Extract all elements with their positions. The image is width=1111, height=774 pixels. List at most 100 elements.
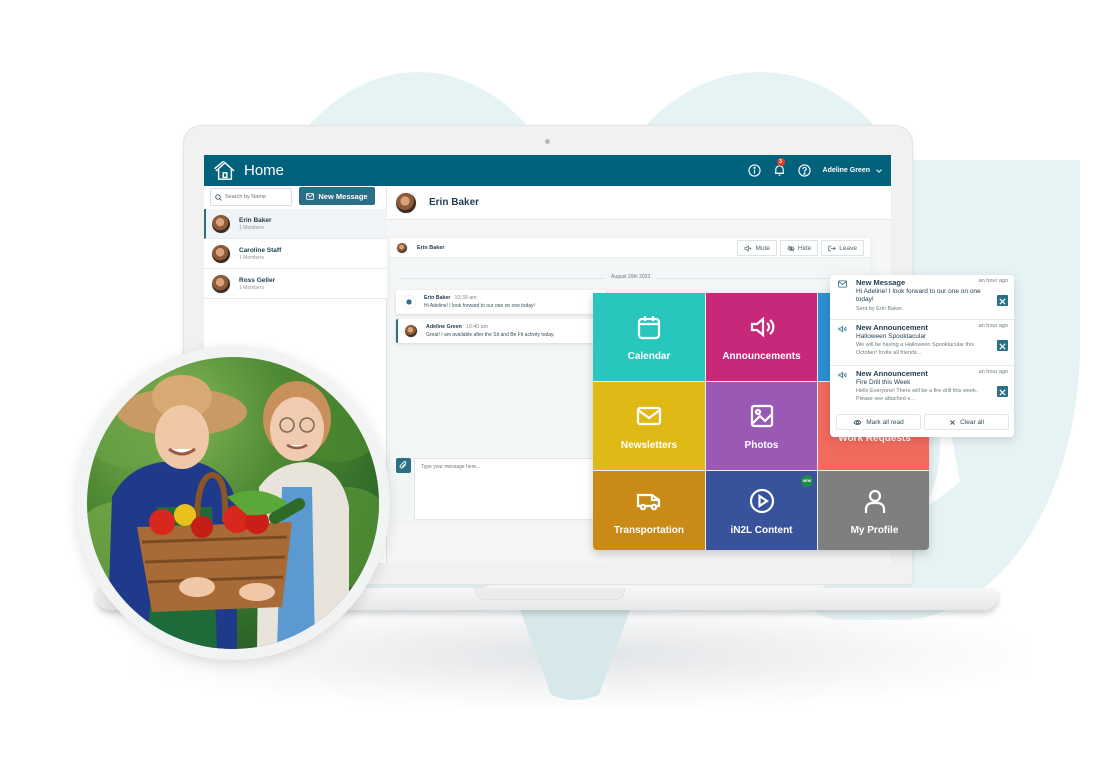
conversation-item[interactable]: Erin Baker 1 Members	[204, 209, 387, 239]
tile-label: Photos	[744, 439, 779, 451]
close-icon	[950, 419, 955, 425]
search-input[interactable]	[225, 194, 290, 200]
message-text: Great! I am available after the Sit and …	[426, 332, 555, 338]
avatar	[404, 324, 418, 338]
hide-button[interactable]: Hide	[779, 240, 819, 256]
avatar	[402, 295, 416, 309]
tile-label: iN2L Content	[730, 525, 793, 536]
tile-label: My Profile	[850, 525, 899, 536]
clear-all-label: Clear all	[960, 418, 984, 426]
attach-button[interactable]	[396, 458, 411, 473]
tile-photos[interactable]: Photos	[706, 382, 817, 470]
mail-icon	[306, 192, 315, 200]
tile-newsletters[interactable]: Newsletters	[593, 382, 705, 470]
topbar-actions: 3 Adeline Green	[747, 155, 883, 186]
notification-time: an hour ago	[978, 323, 1008, 329]
notification-badge: 3	[776, 158, 785, 166]
top-bar: Home 3 Adeline Green	[204, 155, 891, 186]
clear-all-button[interactable]: Clear all	[924, 414, 1009, 430]
notifications-button[interactable]: 3	[773, 158, 786, 177]
conversation-name: Caroline Staff	[239, 246, 282, 254]
info-icon[interactable]	[747, 164, 761, 177]
eye-icon	[853, 419, 862, 425]
tile-label: Transportation	[613, 525, 684, 536]
message-time: 10:39 am	[454, 295, 477, 301]
chevron-down-icon	[876, 168, 882, 173]
close-icon	[999, 298, 1006, 305]
avatar	[211, 243, 231, 264]
mute-label: Mute	[755, 244, 770, 252]
conversation-list: Erin Baker 1 Members Caroline Staff 1 Me…	[204, 209, 387, 299]
page-title: Home	[244, 162, 285, 179]
mark-all-read-label: Mark all read	[866, 418, 904, 426]
laptop-notch	[475, 588, 625, 600]
megaphone-icon	[838, 325, 847, 333]
notifications-panel: New Message an hour ago Hi Adeline! I lo…	[830, 275, 1014, 437]
tile-label: Announcements	[722, 350, 801, 362]
photo-illustration	[87, 357, 379, 649]
dismiss-notification-button[interactable]	[997, 295, 1008, 306]
notification-time: an hour ago	[978, 278, 1008, 284]
conversation-actions: Mute Hide Leave	[737, 240, 864, 256]
message-sender: Erin Baker	[424, 295, 451, 301]
home-icon[interactable]	[214, 160, 236, 181]
dismiss-notification-button[interactable]	[997, 386, 1008, 397]
close-icon	[999, 389, 1006, 396]
date-label: August 29th 2023	[605, 274, 657, 280]
message-text: Hi Adeline! I look forward to our one on…	[424, 303, 535, 309]
conversation-item[interactable]: Caroline Staff 1 Members	[204, 239, 387, 269]
new-badge: NEW	[801, 475, 813, 487]
tile-announcements[interactable]: Announcements	[706, 293, 817, 381]
dismiss-notification-button[interactable]	[997, 340, 1008, 351]
close-icon	[999, 343, 1006, 350]
mark-all-read-button[interactable]: Mark all read	[836, 414, 921, 430]
megaphone-icon	[838, 371, 847, 379]
tile-transportation[interactable]: Transportation	[593, 471, 705, 550]
notification-item[interactable]: New Announcement an hour ago Halloween S…	[830, 320, 1014, 366]
conversation-name: Ross Geller	[239, 276, 276, 284]
notification-item[interactable]: New Message an hour ago Hi Adeline! I lo…	[830, 275, 1014, 320]
new-message-label: New Message	[318, 191, 368, 201]
image-icon	[750, 404, 773, 427]
seniors-photo	[87, 357, 379, 649]
conversation-members: 1 Members	[239, 224, 265, 231]
tile-calendar[interactable]: Calendar	[593, 293, 705, 381]
message-item: Adeline Green 10:40 am Great! I am availa…	[396, 319, 606, 343]
new-message-button[interactable]: New Message	[299, 187, 375, 205]
tile-label: Newsletters	[620, 439, 678, 451]
conversation-panel-name: Erin Baker	[417, 244, 445, 251]
leave-label: Leave	[839, 244, 857, 252]
avatar	[211, 273, 231, 294]
mail-icon	[838, 280, 847, 288]
notification-subject: Fire Drill this Week	[856, 379, 911, 386]
chat-title: Erin Baker	[429, 197, 480, 208]
van-icon	[636, 493, 661, 511]
play-icon	[749, 488, 774, 514]
notification-footer: Sent by Erin Baker.	[856, 306, 904, 312]
bell-icon	[774, 165, 784, 176]
notification-time: an hour ago	[978, 369, 1008, 375]
avatar	[395, 191, 417, 214]
notification-body: Hi Adeline! I look forward to our one on…	[856, 288, 981, 303]
eye-off-icon	[787, 244, 795, 252]
leave-button[interactable]: Leave	[821, 240, 864, 256]
exit-icon	[828, 245, 836, 251]
laptop-camera	[545, 139, 550, 144]
megaphone-icon	[750, 316, 774, 337]
notification-item[interactable]: New Announcement an hour ago Fire Drill …	[830, 366, 1014, 411]
hide-label: Hide	[797, 244, 812, 252]
tile-my-profile[interactable]: My Profile	[818, 471, 929, 550]
calendar-icon	[637, 315, 661, 339]
mute-button[interactable]: Mute	[737, 240, 777, 256]
message-sender: Adeline Green	[426, 324, 462, 330]
user-icon	[864, 489, 885, 513]
envelope-icon	[636, 406, 662, 425]
user-menu[interactable]: Adeline Green	[823, 167, 883, 175]
user-name: Adeline Green	[822, 167, 870, 174]
search-field[interactable]	[210, 188, 292, 206]
conversation-item[interactable]: Ross Geller 1 Members	[204, 269, 387, 299]
search-icon	[215, 193, 222, 201]
tile-in2l-content[interactable]: NEW iN2L Content	[706, 471, 817, 550]
conversation-members: 1 Members	[239, 254, 265, 261]
help-icon[interactable]	[797, 164, 811, 177]
